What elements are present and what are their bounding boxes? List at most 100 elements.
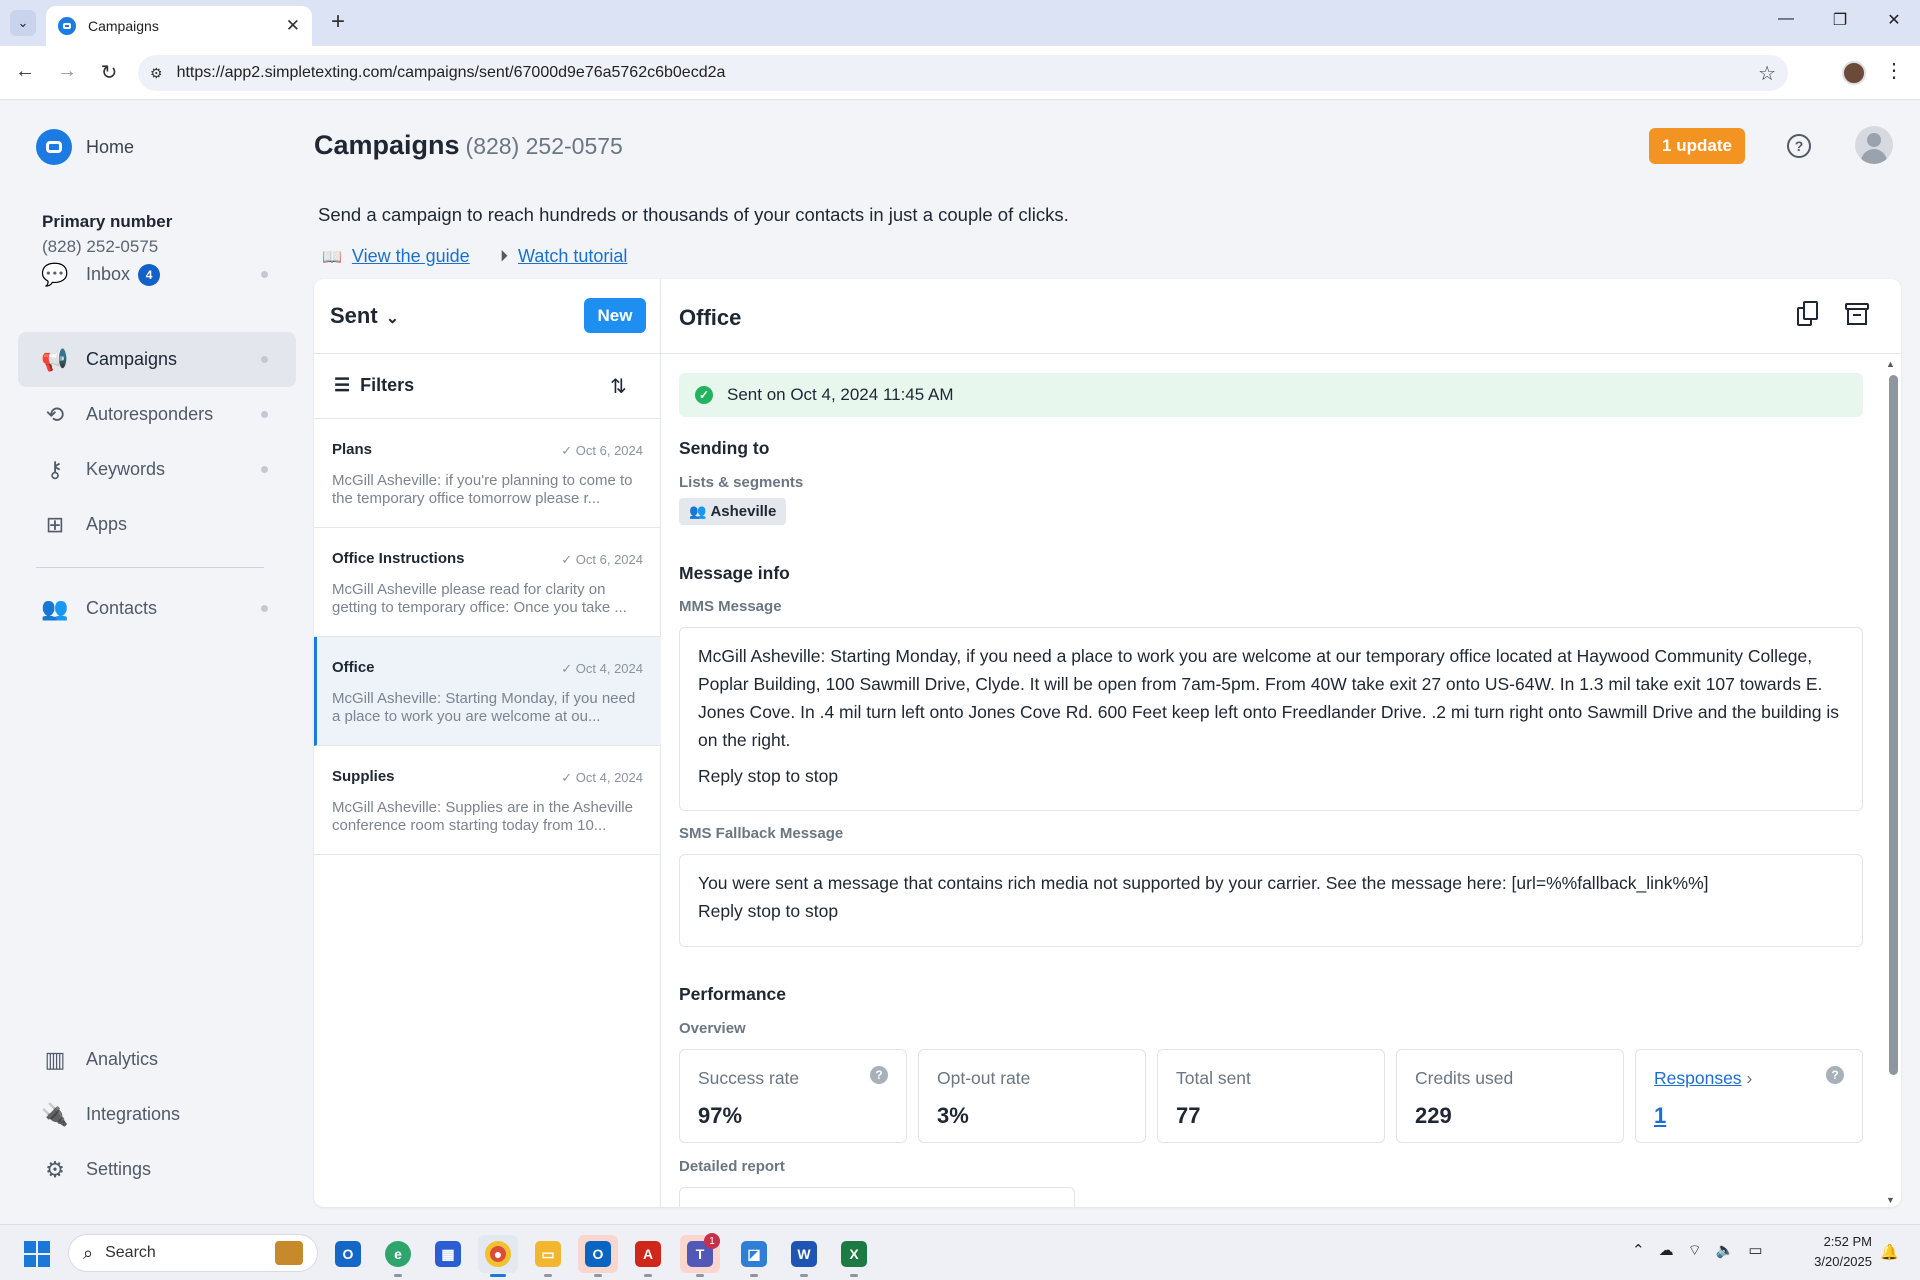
autoresponder-icon: ⟲ bbox=[45, 401, 65, 427]
performance-title: Performance bbox=[679, 984, 786, 1004]
contacts-icon: 👥 bbox=[41, 595, 69, 621]
sidebar-item-integrations[interactable]: 🔌 Integrations bbox=[18, 1087, 296, 1142]
help-question-icon[interactable]: ? bbox=[870, 1066, 888, 1084]
segment-chip[interactable]: 👥 Asheville bbox=[679, 498, 787, 525]
list-item[interactable]: Plans ✓ Oct 6, 2024 McGill Asheville: if… bbox=[314, 419, 661, 528]
sidebar-item-contacts[interactable]: 👥 Contacts bbox=[18, 581, 296, 636]
briefcase-icon bbox=[275, 1241, 303, 1265]
stat-opt-out-rate: Opt-out rate 3% bbox=[918, 1049, 1146, 1143]
scroll-up-icon[interactable]: ▲ bbox=[1886, 359, 1895, 369]
sidebar-item-autoresponders[interactable]: ⟲ Autoresponders bbox=[18, 387, 296, 442]
copy-icon[interactable] bbox=[1797, 301, 1823, 329]
restore-icon[interactable]: ❐ bbox=[1825, 10, 1855, 30]
sidebar-item-label: Contacts bbox=[86, 598, 158, 618]
responses-count-link[interactable]: 1 bbox=[1654, 1103, 1666, 1128]
word-icon[interactable]: W bbox=[784, 1235, 824, 1277]
window-close-icon[interactable]: ✕ bbox=[1879, 10, 1909, 30]
watch-tutorial-link[interactable]: Watch tutorial bbox=[518, 246, 627, 267]
mms-stop-text: Reply stop to stop bbox=[698, 766, 839, 786]
folder-dropdown[interactable]: Sent ⌄ bbox=[330, 303, 399, 329]
campaign-preview: McGill Asheville: Supplies are in the As… bbox=[332, 799, 633, 834]
status-dot bbox=[261, 605, 268, 612]
url-text[interactable]: https://app2.simpletexting.com/campaigns… bbox=[177, 64, 1759, 82]
sidebar-item-analytics[interactable]: ▥ Analytics bbox=[18, 1032, 296, 1087]
chevron-up-icon[interactable]: ⌃ bbox=[1632, 1242, 1659, 1259]
reload-icon[interactable]: ↻ bbox=[96, 60, 122, 85]
sort-icon[interactable]: ⇅ bbox=[610, 374, 627, 399]
teams-icon[interactable]: T1 bbox=[680, 1233, 720, 1277]
status-dot bbox=[261, 271, 268, 278]
close-tab-icon[interactable]: ✕ bbox=[286, 16, 300, 36]
site-settings-icon[interactable]: ⚙ bbox=[150, 65, 163, 82]
sidebar-item-settings[interactable]: ⚙ Settings bbox=[18, 1142, 296, 1197]
sidebar-item-campaigns[interactable]: 📢 Campaigns bbox=[18, 332, 296, 387]
apps-grid-icon: ⊞ bbox=[45, 511, 65, 537]
segment-name: Asheville bbox=[710, 503, 777, 520]
home-link[interactable]: Home bbox=[36, 129, 134, 165]
help-icon[interactable]: ? bbox=[1787, 134, 1811, 158]
minimize-icon[interactable]: — bbox=[1771, 10, 1801, 28]
responses-link[interactable]: Responses bbox=[1654, 1068, 1742, 1088]
stat-credits-used: Credits used 229 bbox=[1396, 1049, 1624, 1143]
sidebar-item-apps[interactable]: ⊞ Apps bbox=[18, 497, 296, 552]
book-icon: 📖 bbox=[322, 248, 342, 266]
detail-scrollbar[interactable]: ▲ ▼ bbox=[1886, 359, 1898, 1205]
scroll-down-icon[interactable]: ▼ bbox=[1886, 1195, 1895, 1205]
list-item[interactable]: Supplies ✓ Oct 4, 2024 McGill Asheville:… bbox=[314, 746, 661, 855]
star-icon[interactable]: ☆ bbox=[1758, 61, 1776, 86]
bar-chart-icon: ▥ bbox=[44, 1046, 66, 1072]
filters-button[interactable]: ☰ Filters bbox=[334, 375, 414, 396]
sidebar-item-label: Integrations bbox=[86, 1104, 181, 1124]
list-item-selected[interactable]: Office ✓ Oct 4, 2024 McGill Asheville: S… bbox=[314, 637, 661, 746]
stat-success-rate: Success rate 97% ? bbox=[679, 1049, 907, 1143]
archive-icon[interactable] bbox=[1845, 303, 1871, 327]
sms-stop-text: Reply stop to stop bbox=[698, 901, 839, 921]
menu-dots-icon[interactable]: ⋮ bbox=[1884, 58, 1904, 83]
battery-icon[interactable]: ▭ bbox=[1748, 1242, 1776, 1259]
file-explorer-icon[interactable]: ▭ bbox=[528, 1235, 568, 1277]
acrobat-icon[interactable]: A bbox=[628, 1235, 668, 1277]
tab-list-icon[interactable]: ⌄ bbox=[10, 10, 36, 36]
detailed-report-box[interactable] bbox=[679, 1187, 1075, 1207]
windows-start-icon[interactable] bbox=[24, 1241, 50, 1267]
sidebar-item-keywords[interactable]: ⚷ Keywords bbox=[18, 442, 296, 497]
view-guide-link-group: 📖 View the guide bbox=[322, 246, 470, 267]
outlook-new-icon[interactable]: O bbox=[328, 1235, 368, 1273]
taskbar-search[interactable]: ⌕ Search bbox=[68, 1234, 318, 1272]
store-icon[interactable]: ▦ bbox=[428, 1235, 468, 1273]
chrome-icon[interactable]: ● bbox=[478, 1235, 518, 1277]
forward-icon[interactable]: → bbox=[54, 60, 80, 83]
notification-bell-icon[interactable]: 🔔 bbox=[1880, 1243, 1899, 1261]
outlook-icon[interactable]: O bbox=[578, 1235, 618, 1277]
campaign-title: Office bbox=[679, 305, 742, 330]
volume-icon[interactable]: 🔈 bbox=[1716, 1242, 1749, 1259]
campaign-date-text: Oct 4, 2024 bbox=[575, 661, 643, 676]
help-question-icon[interactable]: ? bbox=[1826, 1066, 1844, 1084]
back-icon[interactable]: ← bbox=[12, 60, 38, 83]
system-tray[interactable]: ⌃☁⌔🔈▭ bbox=[1632, 1241, 1777, 1260]
onedrive-icon[interactable]: ☁ bbox=[1659, 1242, 1688, 1259]
campaign-date: ✓ Oct 6, 2024 bbox=[561, 552, 643, 567]
new-campaign-button[interactable]: New bbox=[584, 298, 646, 333]
browser-profile-avatar[interactable] bbox=[1842, 61, 1866, 85]
taskbar-clock[interactable]: 2:52 PM 3/20/2025 bbox=[1808, 1232, 1872, 1272]
browser-tab[interactable]: Campaigns ✕ bbox=[46, 6, 312, 46]
edge-icon[interactable]: e bbox=[378, 1235, 418, 1277]
detail-header: Office bbox=[661, 279, 1901, 354]
update-button[interactable]: 1 update bbox=[1649, 128, 1745, 164]
stat-value: 3% bbox=[937, 1103, 969, 1128]
avatar[interactable] bbox=[1855, 126, 1893, 164]
photos-icon[interactable]: ◪ bbox=[734, 1235, 774, 1277]
list-item[interactable]: Office Instructions ✓ Oct 6, 2024 McGill… bbox=[314, 528, 661, 637]
excel-icon[interactable]: X bbox=[834, 1235, 874, 1277]
view-guide-link[interactable]: View the guide bbox=[352, 246, 470, 267]
mms-message-body: McGill Asheville: Starting Monday, if yo… bbox=[698, 646, 1839, 750]
wifi-icon[interactable]: ⌔ bbox=[1688, 1242, 1716, 1259]
address-bar[interactable]: ⚙ https://app2.simpletexting.com/campaig… bbox=[138, 55, 1788, 91]
sidebar-item-inbox[interactable]: 💬 Inbox 4 bbox=[18, 247, 296, 302]
new-tab-plus-icon[interactable]: + bbox=[326, 8, 350, 36]
primary-number-label: Primary number bbox=[42, 212, 173, 231]
scrollbar-thumb[interactable] bbox=[1889, 375, 1898, 1075]
filters-row: ☰ Filters ⇅ bbox=[314, 354, 661, 419]
plug-icon: 🔌 bbox=[41, 1101, 69, 1127]
